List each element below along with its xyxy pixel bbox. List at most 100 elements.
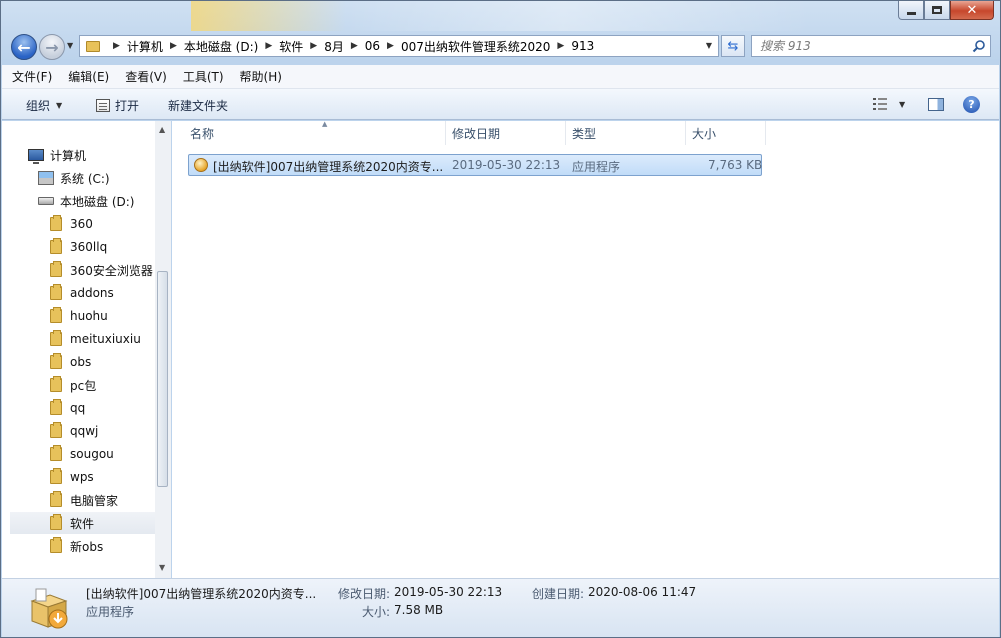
chevron-right-icon[interactable]: ▶ — [557, 41, 564, 51]
chevron-down-icon: ▼ — [56, 101, 63, 110]
tree-item-label: qqwj — [70, 424, 99, 438]
folder-icon — [50, 537, 62, 553]
address-dropdown-icon[interactable]: ▼ — [706, 41, 712, 50]
search-box[interactable] — [751, 35, 991, 57]
menu-tools[interactable]: 工具(T) — [183, 68, 224, 85]
refresh-button[interactable]: ⇆ — [721, 35, 745, 57]
details-modified-label: 修改日期: — [338, 587, 391, 601]
maximize-icon — [932, 6, 942, 14]
column-header-name[interactable]: 名称 ▲ — [184, 120, 446, 145]
explorer-window: ✕ ← → ▼ ▶ 计算机 ▶ 本地磁盘 (D:) ▶ 软件 ▶ 8月 ▶ 06… — [0, 0, 1001, 638]
tree-item-label: 360 — [70, 217, 93, 231]
recent-pages-dropdown-icon[interactable]: ▼ — [67, 41, 73, 50]
folder-icon — [50, 261, 62, 277]
tree-item-folder[interactable]: 新obs — [50, 535, 103, 557]
menu-edit[interactable]: 编辑(E) — [68, 68, 109, 85]
maximize-button[interactable] — [924, 1, 950, 20]
chevron-right-icon[interactable]: ▶ — [113, 41, 120, 51]
organize-button[interactable]: 组织 ▼ — [26, 97, 62, 114]
tree-item-folder[interactable]: addons — [50, 282, 114, 304]
breadcrumb-software[interactable]: 软件 — [279, 38, 303, 55]
help-icon[interactable]: ? — [963, 96, 980, 113]
navigation-pane-scrollbar[interactable]: ▲ ▼ — [155, 121, 171, 578]
back-button[interactable]: ← — [11, 34, 37, 60]
tree-item-folder[interactable]: obs — [50, 351, 91, 373]
tree-item-folder[interactable]: meituxiuxiu — [50, 328, 141, 350]
folder-icon — [50, 307, 62, 323]
tree-item-label: huohu — [70, 309, 108, 323]
hard-drive-icon — [38, 197, 54, 205]
computer-icon — [28, 149, 44, 164]
tree-item-label: 电脑管家 — [70, 493, 119, 508]
folder-icon — [50, 445, 62, 461]
chevron-right-icon[interactable]: ▶ — [310, 41, 317, 51]
tree-item-drive-d[interactable]: 本地磁盘 (D:) — [38, 190, 134, 212]
details-created-label: 创建日期: — [532, 587, 585, 601]
application-icon — [194, 158, 208, 172]
tree-item-drive-c[interactable]: 系统 (C:) — [38, 167, 110, 189]
chevron-right-icon[interactable]: ▶ — [170, 41, 177, 51]
close-button[interactable]: ✕ — [950, 1, 994, 20]
back-arrow-icon: ← — [17, 37, 31, 57]
file-size: 7,763 KB — [708, 158, 763, 172]
breadcrumb-drive-d[interactable]: 本地磁盘 (D:) — [184, 38, 258, 55]
chevron-right-icon[interactable]: ▶ — [265, 41, 272, 51]
view-dropdown-icon[interactable]: ▼ — [899, 100, 905, 109]
breadcrumb-august[interactable]: 8月 — [324, 38, 344, 55]
column-header-modified[interactable]: 修改日期 — [446, 121, 566, 145]
breadcrumb-913[interactable]: 913 — [571, 39, 594, 53]
forward-button[interactable]: → — [39, 34, 65, 60]
tree-item-folder[interactable]: 电脑管家 — [50, 489, 118, 511]
tree-item-folder[interactable]: sougou — [50, 443, 114, 465]
minimize-icon — [906, 11, 916, 15]
tree-item-folder[interactable]: qq — [50, 397, 85, 419]
tree-item-folder[interactable]: 360安全浏览器 — [50, 259, 154, 281]
tree-item-folder[interactable]: pc包 — [50, 374, 96, 396]
view-options-icon[interactable] — [872, 97, 888, 111]
tree-item-folder[interactable]: qqwj — [50, 420, 98, 442]
menu-file[interactable]: 文件(F) — [12, 68, 52, 85]
breadcrumb-computer[interactable]: 计算机 — [127, 38, 163, 55]
new-folder-button[interactable]: 新建文件夹 — [168, 97, 228, 114]
address-bar[interactable]: ▶ 计算机 ▶ 本地磁盘 (D:) ▶ 软件 ▶ 8月 ▶ 06 ▶ 007出纳… — [79, 35, 719, 57]
column-header-size[interactable]: 大小 — [686, 121, 766, 145]
tree-item-label: qq — [70, 401, 86, 415]
menu-help[interactable]: 帮助(H) — [240, 68, 282, 85]
minimize-button[interactable] — [898, 1, 924, 20]
tree-item-label: obs — [70, 355, 92, 369]
details-file-name: [出纳软件]007出纳管理系统2020内资专... — [86, 587, 317, 601]
menu-view[interactable]: 查看(V) — [125, 68, 167, 85]
chevron-right-icon[interactable]: ▶ — [351, 41, 358, 51]
file-modified: 2019-05-30 22:13 — [452, 158, 561, 172]
tree-item-folder[interactable]: 360 — [50, 213, 93, 235]
folder-icon — [50, 238, 62, 254]
search-icon[interactable] — [972, 39, 986, 53]
tree-item-computer[interactable]: 计算机 — [28, 144, 86, 166]
tree-item-label: sougou — [70, 447, 114, 461]
title-bar[interactable]: ✕ — [1, 1, 1000, 31]
folder-icon — [50, 284, 62, 300]
tree-item-label: 软件 — [70, 516, 95, 531]
file-list[interactable]: 名称 ▲ 修改日期 类型 大小 [出纳软件]007出纳管理系统2020内资专..… — [172, 120, 999, 578]
scrollbar-thumb[interactable] — [157, 271, 168, 487]
search-input[interactable] — [760, 37, 970, 55]
refresh-icon: ⇆ — [727, 38, 739, 54]
column-header-type[interactable]: 类型 — [566, 121, 686, 145]
chevron-right-icon[interactable]: ▶ — [387, 41, 394, 51]
caption-buttons: ✕ — [898, 1, 994, 20]
tree-item-folder-selected[interactable]: 软件 — [10, 512, 155, 534]
scroll-down-icon[interactable]: ▼ — [159, 563, 165, 572]
tree-item-folder[interactable]: wps — [50, 466, 94, 488]
open-button[interactable]: 打开 — [96, 97, 139, 114]
file-type: 应用程序 — [572, 160, 621, 174]
details-modified-value: 2019-05-30 22:13 — [394, 585, 503, 599]
scroll-up-icon[interactable]: ▲ — [159, 125, 165, 134]
breadcrumb-007-system[interactable]: 007出纳软件管理系统2020 — [401, 38, 550, 55]
breadcrumb-06[interactable]: 06 — [365, 39, 380, 53]
tree-item-folder[interactable]: 360llq — [50, 236, 107, 258]
preview-pane-icon[interactable] — [928, 98, 944, 111]
details-pane: [出纳软件]007出纳管理系统2020内资专... 应用程序 修改日期: 201… — [2, 578, 999, 637]
file-row[interactable]: [出纳软件]007出纳管理系统2020内资专... 2019-05-30 22:… — [188, 154, 762, 176]
tree-item-folder[interactable]: huohu — [50, 305, 108, 327]
column-header-label: 修改日期 — [452, 126, 501, 141]
